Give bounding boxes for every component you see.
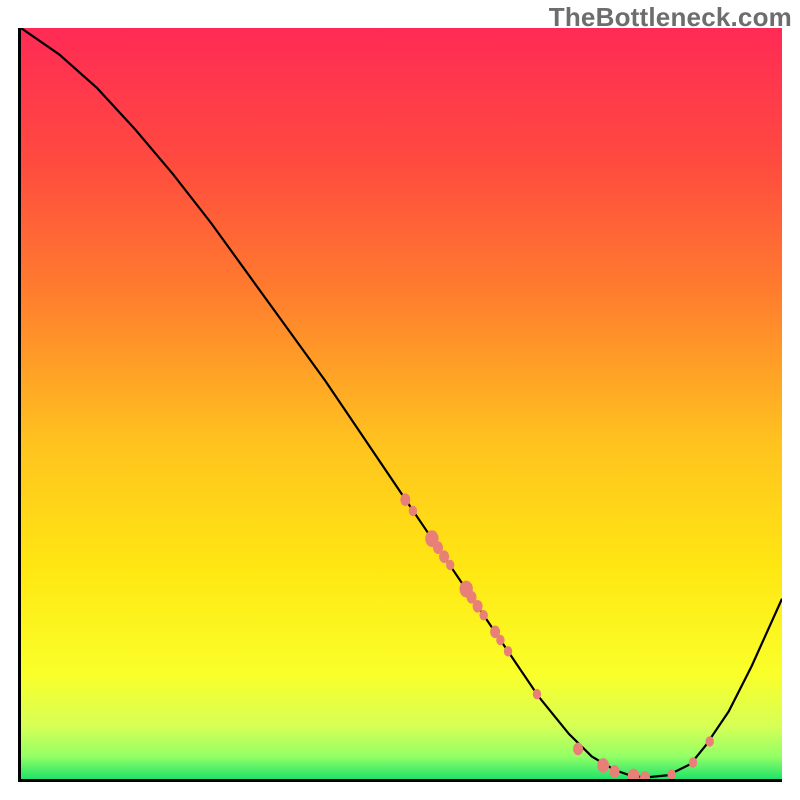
scatter-point — [446, 560, 454, 571]
scatter-point — [496, 635, 504, 646]
scatter-point — [706, 736, 714, 747]
gradient-fill — [21, 28, 782, 779]
scatter-point — [689, 757, 697, 768]
scatter-point — [409, 506, 417, 517]
scatter-point — [480, 610, 488, 621]
scatter-point — [533, 689, 541, 700]
scatter-point — [504, 646, 512, 657]
scatter-point — [610, 765, 620, 778]
plot-svg — [21, 28, 782, 779]
chart-canvas: TheBottleneck.com — [0, 0, 800, 800]
scatter-point — [400, 493, 410, 506]
scatter-point — [597, 758, 609, 773]
scatter-point — [573, 743, 583, 756]
plot-area — [18, 28, 782, 782]
watermark-text: TheBottleneck.com — [549, 2, 792, 33]
scatter-point — [473, 600, 483, 613]
